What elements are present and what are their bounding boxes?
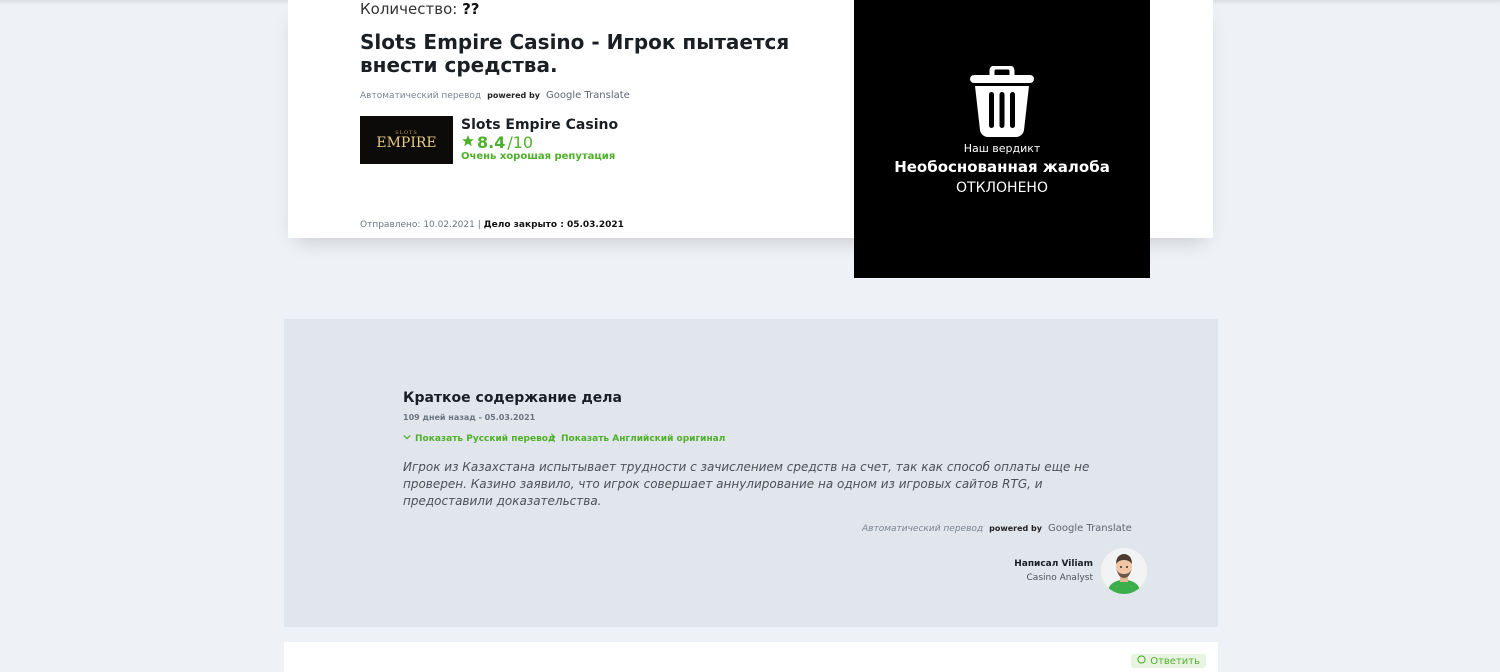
casino-rating: 8.4/10 [461, 133, 533, 152]
show-russian-translation-link[interactable]: Показать Русский перевод [403, 433, 555, 444]
show-english-original-link[interactable]: Показать Английский оригинал [549, 433, 725, 444]
author-name: Написал Viliam [1014, 559, 1093, 569]
google-translate-logo: Google Translate [1047, 523, 1132, 534]
amount-value: ?? [462, 0, 480, 18]
reply-label: Ответить [1150, 655, 1200, 667]
chevron-right-icon [549, 433, 557, 444]
show-english-label: Показать Английский оригинал [561, 433, 726, 444]
star-icon [461, 133, 475, 152]
google-translate-logo: Google Translate [545, 90, 630, 101]
avatar [1101, 548, 1147, 594]
responses-card: Ответить [284, 642, 1218, 672]
casino-name-link[interactable]: Slots Empire Casino [461, 117, 618, 133]
complaint-title: Slots Empire Casino - Игрок пытается вне… [360, 30, 790, 77]
casino-logo-big-text: EMPIRE [376, 134, 437, 151]
amount-line: Количество: ?? [360, 0, 480, 18]
show-russian-label: Показать Русский перевод [415, 433, 556, 444]
powered-by-label: powered by [989, 524, 1042, 533]
complaint-dates: Отправлено: 10.02.2021 | Дело закрыто : … [360, 220, 624, 230]
reply-button[interactable]: Ответить [1131, 654, 1206, 668]
chevron-down-icon [403, 433, 411, 444]
amount-label: Количество: [360, 0, 458, 18]
verdict-label: Наш вердикт [963, 142, 1041, 155]
comment-icon [1137, 655, 1146, 667]
auto-translate-label: Автоматический перевод [862, 523, 984, 534]
verdict-type: Необоснованная жалоба [894, 158, 1110, 176]
auto-translate-note: Автоматический перевод powered by Google… [360, 90, 630, 101]
summary-text: Игрок из Казахстана испытывает трудности… [403, 460, 1090, 508]
reputation-label: Очень хорошая репутация [461, 151, 616, 162]
auto-translate-label: Автоматический перевод [360, 90, 482, 101]
rating-value: 8.4 [477, 133, 506, 152]
powered-by-label: powered by [487, 91, 540, 100]
trash-icon [966, 64, 1038, 142]
sent-date: Отправлено: 10.02.2021 [360, 220, 475, 230]
author-role: Casino Analyst [1026, 573, 1093, 583]
rating-max: /10 [507, 133, 534, 152]
verdict-box: Наш вердикт Необоснованная жалоба ОТКЛОН… [854, 0, 1150, 278]
summary-date: 109 дней назад - 05.03.2021 [403, 413, 536, 422]
verdict-status: ОТКЛОНЕНО [956, 180, 1048, 196]
summary-title: Краткое содержание дела [403, 390, 622, 406]
casino-logo[interactable]: SLOTS EMPIRE [360, 116, 453, 164]
date-separator: | [477, 220, 481, 230]
summary-auto-translate-note: Автоматический перевод powered by Google… [862, 523, 1132, 534]
closed-date: Дело закрыто : 05.03.2021 [483, 220, 624, 230]
case-summary-section: Краткое содержание дела 109 дней назад -… [284, 319, 1218, 627]
